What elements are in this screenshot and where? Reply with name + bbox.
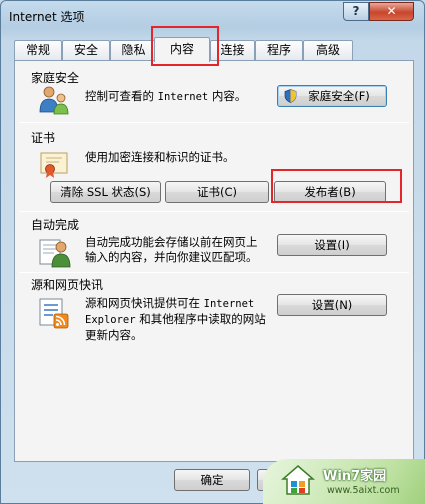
content-tab-panel: 家庭安全 控制可查看的 Internet 内容。 家庭安全(F) 证书 使用加密… — [14, 60, 414, 462]
certificates-button[interactable]: 证书(C) — [165, 181, 269, 203]
close-icon: ✕ — [386, 4, 397, 18]
certificates-heading: 证书 — [31, 131, 56, 145]
certificates-description: 使用加密连接和标识的证书。 — [85, 150, 235, 164]
feeds-settings-button[interactable]: 设置(N) — [277, 294, 387, 316]
internet-options-dialog: Internet 选项 ? ✕ 常规 安全 隐私 内容 连接 程序 高级 家庭安… — [0, 0, 425, 504]
content-tab-highlight — [151, 26, 219, 66]
site-watermark: Win7家园 www.5aixt.com — [263, 459, 425, 504]
ok-button[interactable]: 确定 — [174, 469, 250, 491]
tab-general[interactable]: 常规 — [14, 40, 62, 61]
window-title: Internet 选项 — [9, 10, 85, 24]
feeds-desc-line2: Explorer 和其他程序中读取的网站 — [85, 312, 266, 328]
family-safety-desc-internet: Internet — [157, 91, 209, 103]
feeds-heading: 源和网页快讯 — [31, 278, 104, 292]
separator — [19, 211, 409, 212]
clear-ssl-state-button[interactable]: 清除 SSL 状态(S) — [50, 181, 161, 203]
autocomplete-settings-button[interactable]: 设置(I) — [277, 234, 387, 256]
feeds-desc-text2: 和其他程序中读取的网站 — [135, 312, 266, 326]
tab-security[interactable]: 安全 — [62, 40, 110, 61]
autocomplete-description: 自动完成功能会存储以前在网页上 输入的内容，并向你建议匹配项。 — [85, 235, 258, 265]
autocomplete-icon — [39, 239, 71, 268]
uac-shield-icon — [284, 89, 297, 103]
family-safety-icon — [39, 86, 69, 115]
family-safety-desc-end: 内容。 — [208, 89, 247, 103]
close-button[interactable]: ✕ — [369, 2, 414, 21]
family-safety-desc-text: 控制可查看的 — [85, 89, 158, 103]
feeds-description: 源和网页快讯提供可在 Internet Explorer 和其他程序中读取的网站… — [85, 296, 266, 343]
family-safety-button-label: 家庭安全(F) — [308, 89, 370, 103]
watermark-site: www.5aixt.com — [327, 485, 400, 496]
help-icon: ? — [352, 4, 360, 18]
feeds-desc-line3: 更新内容。 — [85, 328, 143, 342]
home-logo-icon — [281, 465, 315, 495]
separator — [19, 122, 409, 123]
autocomplete-heading: 自动完成 — [31, 218, 80, 232]
feeds-desc-text: 源和网页快讯提供可在 — [85, 296, 204, 310]
watermark-title: Win7家园 — [323, 469, 387, 484]
family-safety-description: 控制可查看的 Internet 内容。 — [85, 89, 246, 105]
help-button[interactable]: ? — [343, 2, 369, 21]
feeds-desc-explorer: Explorer — [85, 314, 136, 326]
separator — [19, 272, 409, 273]
publishers-highlight — [271, 169, 402, 203]
tab-programs[interactable]: 程序 — [255, 40, 303, 61]
tab-privacy[interactable]: 隐私 — [110, 40, 157, 61]
tab-advanced[interactable]: 高级 — [303, 40, 353, 61]
rss-feed-icon — [39, 298, 69, 329]
family-safety-button[interactable]: 家庭安全(F) — [277, 85, 387, 107]
autocomplete-desc-line2: 输入的内容，并向你建议匹配项。 — [85, 250, 258, 264]
certificate-icon — [40, 152, 68, 178]
autocomplete-desc-line1: 自动完成功能会存储以前在网页上 — [85, 235, 258, 249]
feeds-desc-line1: 源和网页快讯提供可在 Internet — [85, 296, 266, 312]
feeds-desc-internet: Internet — [203, 298, 255, 310]
